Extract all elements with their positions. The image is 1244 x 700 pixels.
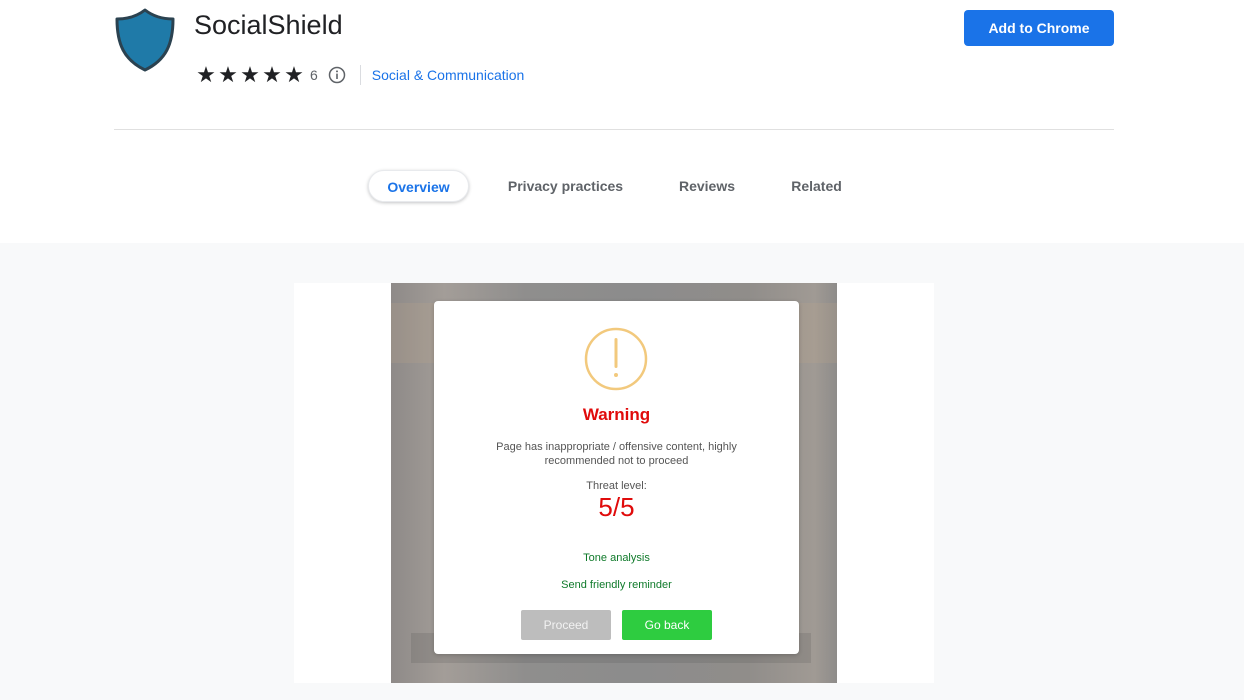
rating-row: ★ ★ ★ ★ ★ 6 Social & Communication: [195, 62, 524, 88]
add-to-chrome-button[interactable]: Add to Chrome: [964, 10, 1114, 46]
exclamation-circle-icon: [584, 327, 648, 391]
warning-dialog: Warning Page has inappropriate / offensi…: [434, 301, 799, 654]
tab-privacy-practices[interactable]: Privacy practices: [497, 170, 634, 202]
star-icon: ★: [262, 62, 282, 87]
tab-overview[interactable]: Overview: [368, 170, 469, 202]
warning-message: Page has inappropriate / offensive conte…: [496, 441, 737, 467]
tab-bar: Overview Privacy practices Reviews Relat…: [0, 170, 1244, 204]
star-icon: ★: [218, 62, 238, 87]
friendly-reminder-link: Send friendly reminder: [561, 579, 672, 591]
tab-reviews[interactable]: Reviews: [667, 170, 747, 202]
tab-related[interactable]: Related: [779, 170, 854, 202]
star-icon: ★: [284, 62, 304, 87]
threat-level-value: 5/5: [598, 492, 635, 522]
warning-title: Warning: [582, 405, 651, 424]
extension-header: SocialShield ★ ★ ★ ★ ★ 6 Social & Commun…: [0, 0, 1244, 243]
screenshot-frame[interactable]: Warning Page has inappropriate / offensi…: [294, 283, 934, 683]
shield-icon: [115, 8, 175, 72]
divider: [359, 65, 361, 85]
divider: [114, 129, 1114, 130]
extension-title: SocialShield: [194, 10, 343, 40]
screenshot-gallery: Warning Page has inappropriate / offensi…: [0, 243, 1244, 700]
threat-level-label: Threat level:: [586, 480, 647, 492]
star-rating: ★ ★ ★ ★ ★: [195, 64, 305, 86]
proceed-button: Proceed: [521, 610, 611, 640]
tone-analysis-link: Tone analysis: [583, 552, 650, 564]
info-icon[interactable]: [328, 66, 346, 84]
star-icon: ★: [196, 62, 216, 87]
category-link[interactable]: Social & Communication: [372, 67, 525, 83]
go-back-button: Go back: [622, 610, 712, 640]
star-icon: ★: [240, 62, 260, 87]
screenshot-image: Warning Page has inappropriate / offensi…: [391, 283, 837, 683]
rating-count[interactable]: 6: [310, 67, 318, 83]
